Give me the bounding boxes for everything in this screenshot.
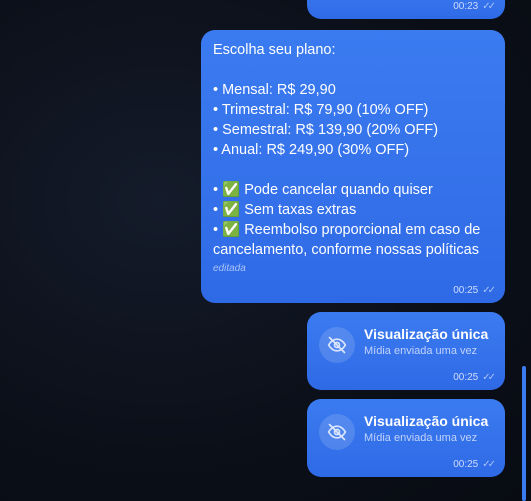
message-bubble-previous[interactable]: 00:23 ✓✓: [307, 0, 505, 19]
read-ticks-icon: ✓✓: [482, 1, 496, 12]
message-bubble-plans[interactable]: Escolha seu plano: • Mensal: R$ 29,90 • …: [201, 30, 505, 303]
scrollbar-thumb[interactable]: [522, 366, 526, 501]
message-meta: 00:25 ✓✓: [453, 372, 496, 383]
eye-off-icon: [319, 327, 355, 363]
read-ticks-icon: ✓✓: [482, 285, 496, 296]
view-once-title: Visualização única: [364, 413, 489, 429]
read-ticks-icon: ✓✓: [482, 372, 496, 383]
message-bubble-view-once[interactable]: Visualização única Mídia enviada uma vez…: [307, 399, 505, 477]
edited-label: editada: [213, 263, 246, 274]
message-meta: 00:25 ✓✓: [453, 285, 496, 296]
message-meta: 00:25 ✓✓: [453, 459, 496, 470]
view-once-title: Visualização única: [364, 326, 489, 342]
message-time: 00:23: [453, 1, 479, 12]
message-time: 00:25: [453, 285, 479, 296]
message-time: 00:25: [453, 372, 479, 383]
read-ticks-icon: ✓✓: [482, 459, 496, 470]
message-bubble-view-once[interactable]: Visualização única Mídia enviada uma vez…: [307, 312, 505, 390]
eye-off-icon: [319, 414, 355, 450]
message-meta: 00:23 ✓✓: [453, 1, 496, 12]
view-once-subtitle: Mídia enviada uma vez: [364, 345, 478, 357]
view-once-subtitle: Mídia enviada uma vez: [364, 432, 478, 444]
message-time: 00:25: [453, 459, 479, 470]
message-text: Escolha seu plano: • Mensal: R$ 29,90 • …: [213, 42, 481, 258]
